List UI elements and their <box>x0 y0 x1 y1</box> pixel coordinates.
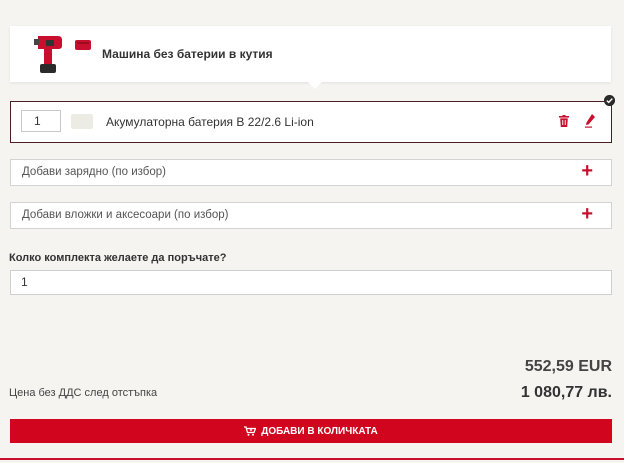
quantity-question: Колко комплекта желаете да поръчате? <box>9 252 227 264</box>
check-icon <box>604 95 615 106</box>
machine-card: Машина без батерии в кутия <box>10 26 611 82</box>
price-eur: 552,59 EUR <box>524 358 612 375</box>
impact-driver-image <box>34 36 91 73</box>
bottom-divider <box>0 458 624 460</box>
edit-icon[interactable] <box>585 114 595 128</box>
plus-icon[interactable]: + <box>581 204 593 224</box>
add-charger-row[interactable]: Добави зарядно (по избор) + <box>10 159 612 186</box>
price-bgn: 1 080,77 лв. <box>520 384 612 401</box>
plus-icon[interactable]: + <box>581 161 593 181</box>
trash-icon[interactable] <box>559 115 569 127</box>
kit-quantity-input[interactable]: 1 <box>10 270 612 295</box>
add-to-cart-label: ДОБАВИ В КОЛИЧКАТА <box>261 425 378 437</box>
battery-option-row[interactable]: 1 Акумулаторна батерия B 22/2.6 Li-ion <box>10 101 612 143</box>
battery-thumbnail-icon <box>71 114 93 129</box>
card-pointer <box>308 82 322 89</box>
add-accessories-row[interactable]: Добави вложки и аксесоари (по избор) + <box>10 202 612 229</box>
add-to-cart-button[interactable]: ДОБАВИ В КОЛИЧКАТА <box>10 419 612 443</box>
add-charger-label: Добави зарядно (по избор) <box>22 166 166 178</box>
price-note: Цена без ДДС след отстъпка <box>9 387 158 399</box>
battery-label: Акумулаторна батерия B 22/2.6 Li-ion <box>106 115 314 129</box>
add-accessories-label: Добави вложки и аксесоари (по избор) <box>22 209 229 221</box>
machine-title: Машина без батерии в кутия <box>102 47 273 61</box>
battery-quantity-input[interactable]: 1 <box>21 110 61 132</box>
cart-icon <box>244 426 257 436</box>
